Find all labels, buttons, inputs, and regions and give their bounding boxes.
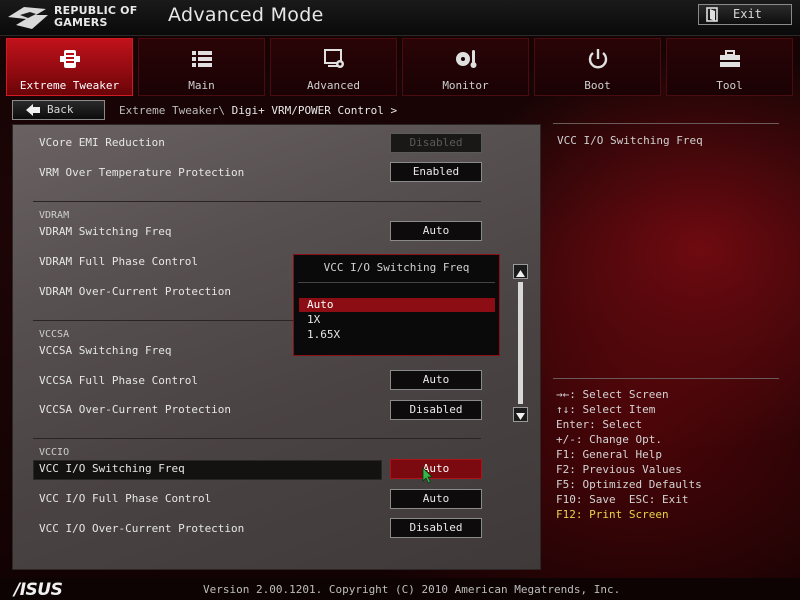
popup-option-auto[interactable]: Auto (299, 298, 495, 312)
popup-option-1x[interactable]: 1X (299, 313, 495, 327)
setting-value-vccio-ocp[interactable]: Disabled (390, 518, 482, 538)
footer: /ISUS Version 2.00.1201. Copyright (C) 2… (0, 578, 800, 600)
key-legend-item: ↑↓: Select Item (556, 403, 656, 416)
tab-advanced[interactable]: Advanced (270, 38, 397, 96)
tweaker-icon (59, 50, 80, 68)
setting-label-vrm-otp[interactable]: VRM Over Temperature Protection (39, 166, 244, 179)
setting-label-vcore-emi[interactable]: VCore EMI Reduction (39, 136, 165, 149)
breadcrumb-current: Digi+ VRM/POWER Control > (224, 104, 398, 117)
help-description: VCC I/O Switching Freq (557, 134, 703, 147)
thermometer-fan-icon (455, 50, 476, 68)
setting-label-vdram-phase[interactable]: VDRAM Full Phase Control (39, 255, 198, 268)
key-legend-item: Enter: Select (556, 418, 643, 431)
tab-label: Boot (584, 79, 611, 92)
toolbox-icon (719, 50, 740, 67)
option-popup: VCC I/O Switching Freq Auto 1X 1.65X (293, 254, 500, 356)
setting-label-vccsa-ocp[interactable]: VCCSA Over-Current Protection (39, 403, 231, 416)
help-divider (553, 378, 779, 379)
rog-logo: REPUBLIC OF GAMERS (6, 3, 154, 33)
tab-boot[interactable]: Boot (534, 38, 661, 96)
tab-main[interactable]: Main (138, 38, 265, 96)
key-legend: →←: Select Screen ↑↓: Select Item Enter:… (556, 387, 702, 522)
popup-title: VCC I/O Switching Freq (323, 261, 470, 274)
power-icon (588, 49, 607, 69)
breadcrumb: Extreme Tweaker\ Digi+ VRM/POWER Control… (119, 104, 397, 117)
tab-label: Main (188, 79, 215, 92)
top-bar: REPUBLIC OF GAMERS Advanced Mode Exit (0, 0, 800, 36)
key-legend-print-screen: F12: Print Screen (556, 508, 669, 521)
tab-label: Extreme Tweaker (19, 79, 120, 92)
popup-option-1-65x[interactable]: 1.65X (299, 328, 495, 342)
section-label-vccio: VCCIO (39, 447, 70, 458)
setting-label-vccsa-phase[interactable]: VCCSA Full Phase Control (39, 374, 198, 387)
setting-label-vdram-ocp[interactable]: VDRAM Over-Current Protection (39, 285, 231, 298)
back-button[interactable]: Back (12, 100, 105, 120)
brand-line-2: GAMERS (54, 16, 108, 29)
exit-label: Exit (733, 7, 762, 21)
exit-button[interactable]: Exit (698, 4, 792, 25)
setting-value-vccsa-phase[interactable]: Auto (390, 370, 482, 390)
key-legend-item: F2: Previous Values (556, 463, 682, 476)
setting-value-vccio-freq[interactable]: Auto (390, 459, 482, 479)
section-label-vdram: VDRAM (39, 210, 70, 221)
triangle-up-icon (516, 270, 525, 277)
setting-label-vccio-freq[interactable]: VCC I/O Switching Freq (39, 462, 185, 475)
exit-door-icon (706, 7, 718, 22)
section-label-vccsa: VCCSA (39, 329, 70, 340)
breadcrumb-parent[interactable]: Extreme Tweaker\ (119, 104, 225, 117)
popup-divider (298, 282, 495, 283)
setting-value-vdram-freq[interactable]: Auto (390, 221, 482, 241)
setting-value-vcore-emi: Disabled (390, 133, 482, 153)
scroll-up-button[interactable] (513, 264, 528, 279)
setting-label-vccsa-freq[interactable]: VCCSA Switching Freq (39, 344, 171, 357)
advanced-icon (323, 49, 344, 68)
scrollbar-thumb[interactable] (518, 282, 523, 404)
tab-tool[interactable]: Tool (666, 38, 793, 96)
setting-value-vrm-otp[interactable]: Enabled (390, 162, 482, 182)
rog-eye-icon (8, 7, 48, 29)
triangle-down-icon (516, 413, 525, 420)
setting-label-vccio-phase[interactable]: VCC I/O Full Phase Control (39, 492, 211, 505)
list-icon (191, 51, 212, 67)
tab-extreme-tweaker[interactable]: Extreme Tweaker (6, 38, 133, 96)
section-divider (33, 201, 481, 202)
key-legend-item: F1: General Help (556, 448, 662, 461)
main-tabs: Extreme Tweaker Main Advanced Monitor Bo… (6, 38, 794, 96)
tab-label: Tool (716, 79, 743, 92)
key-legend-item: F10: Save ESC: Exit (556, 493, 689, 506)
setting-value-vccsa-ocp[interactable]: Disabled (390, 400, 482, 420)
key-legend-item: F5: Optimized Defaults (556, 478, 702, 491)
page-title: Advanced Mode (168, 4, 324, 26)
mouse-cursor-icon (422, 467, 433, 484)
key-legend-item: +/-: Change Opt. (556, 433, 662, 446)
rog-wordmark: REPUBLIC OF GAMERS (54, 5, 154, 29)
tab-label: Advanced (307, 79, 360, 92)
tab-monitor[interactable]: Monitor (402, 38, 529, 96)
key-legend-item: →←: Select Screen (556, 388, 669, 401)
setting-label-vdram-freq[interactable]: VDRAM Switching Freq (39, 225, 171, 238)
setting-label-vccio-ocp[interactable]: VCC I/O Over-Current Protection (39, 522, 244, 535)
setting-value-vccio-phase[interactable]: Auto (390, 489, 482, 509)
tab-label: Monitor (442, 79, 489, 92)
version-text: Version 2.00.1201. Copyright (C) 2010 Am… (203, 583, 621, 596)
help-divider-top (553, 123, 779, 124)
scroll-down-button[interactable] (513, 407, 528, 422)
back-label: Back (47, 103, 74, 116)
section-divider (33, 438, 481, 439)
back-arrow-icon (26, 104, 40, 116)
asus-logo: /ISUS (14, 580, 63, 600)
